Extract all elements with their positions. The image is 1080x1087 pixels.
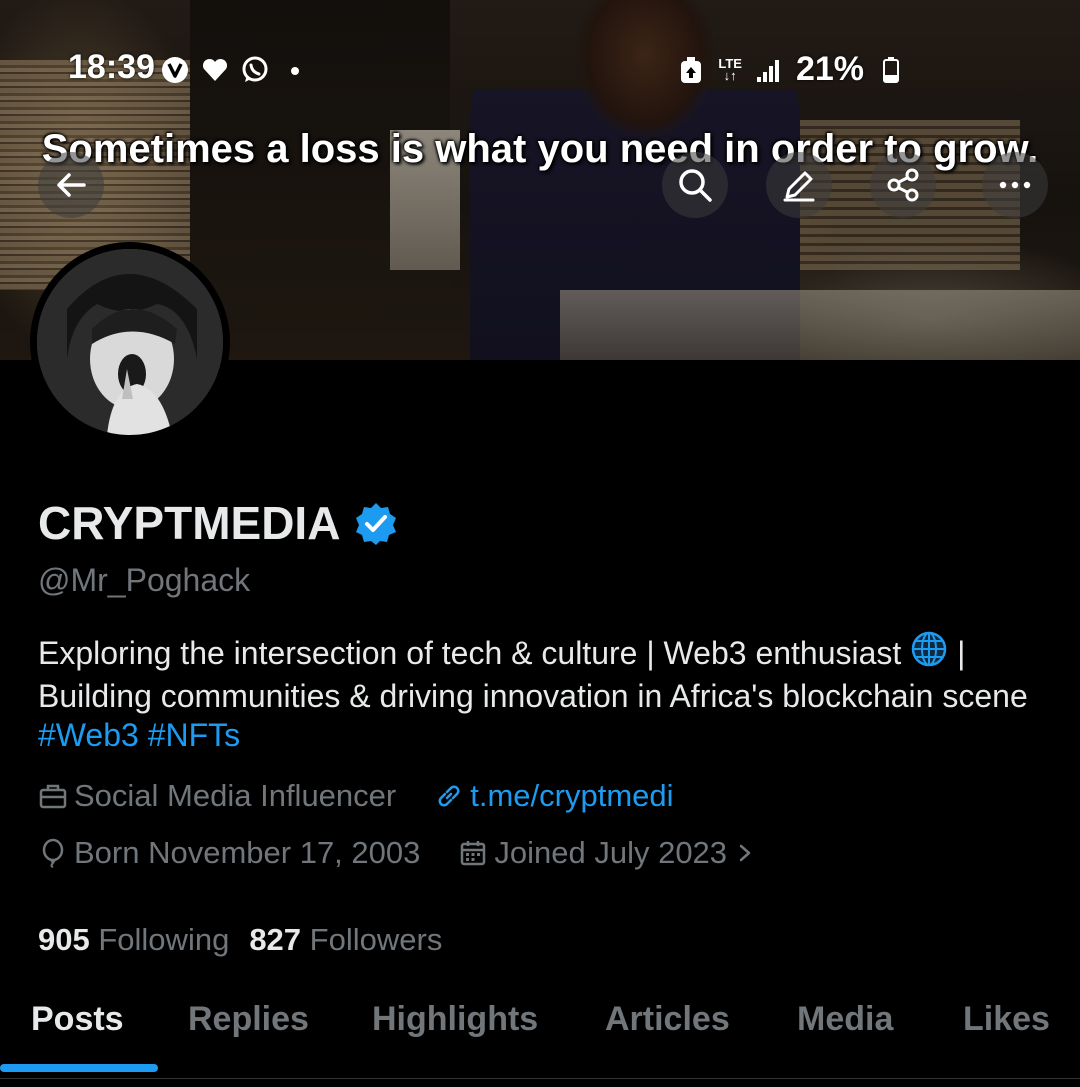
tabs-divider — [0, 1078, 1080, 1079]
more-icon — [999, 181, 1031, 189]
birthday-item: Born November 17, 2003 — [38, 835, 420, 871]
joined-text: Joined July 2023 — [494, 835, 728, 870]
display-name: CRYPTMEDIA — [38, 496, 398, 550]
verizon-icon — [160, 55, 190, 85]
status-time: 18:39 — [68, 48, 155, 86]
followers-link[interactable]: 827 Followers — [249, 922, 442, 958]
display-name-text: CRYPTMEDIA — [38, 497, 341, 549]
share-icon — [887, 168, 919, 202]
calendar-icon — [461, 841, 486, 866]
tab-media[interactable]: Media — [797, 1000, 893, 1039]
battery-icon — [876, 55, 906, 85]
birthday-text: Born November 17, 2003 — [74, 835, 421, 870]
following-label: Following — [98, 922, 230, 957]
following-link[interactable]: 905 Following — [38, 922, 229, 958]
profile-tabs: Posts Replies Highlights Articles Media … — [0, 994, 1080, 1074]
avatar[interactable] — [30, 242, 230, 442]
verified-badge-icon — [356, 503, 397, 545]
status-bar: 18:39 LTE ↓↑ 21% — [0, 44, 1080, 94]
website-link-text[interactable]: t.me/cryptmedi — [470, 778, 673, 814]
share-button[interactable] — [870, 152, 936, 218]
tab-likes[interactable]: Likes — [963, 1000, 1050, 1039]
search-icon — [679, 169, 712, 202]
battery-saver-icon — [676, 55, 706, 85]
edit-icon — [783, 171, 815, 202]
user-handle: @Mr_Poghack — [38, 562, 251, 598]
heart-icon — [200, 55, 230, 85]
more-button[interactable] — [982, 152, 1048, 218]
hashtag-link[interactable]: #Web3 — [38, 717, 139, 753]
chevron-right-icon — [739, 844, 751, 862]
network-type: LTE ↓↑ — [718, 55, 742, 83]
tab-posts[interactable]: Posts — [31, 1000, 124, 1039]
tab-replies[interactable]: Replies — [188, 1000, 309, 1039]
link-icon — [438, 785, 460, 807]
back-button[interactable] — [38, 152, 104, 218]
dot-icon — [280, 55, 310, 85]
profile-meta-row-2: Born November 17, 2003 Joined July 2023 — [38, 835, 795, 871]
battery-percent: 21% — [795, 50, 864, 88]
followers-label: Followers — [309, 922, 443, 957]
bio: Exploring the intersection of tech & cul… — [38, 630, 1048, 755]
profile-meta-row-1: Social Media Influencer t.me/cryptmedi — [38, 778, 712, 814]
briefcase-icon — [39, 784, 67, 809]
bio-text: Exploring the intersection of tech & cul… — [38, 635, 902, 671]
category-text: Social Media Influencer — [74, 778, 397, 813]
follow-counts: 905 Following 827 Followers — [38, 922, 442, 958]
tab-articles[interactable]: Articles — [605, 1000, 730, 1039]
signal-icon — [754, 55, 784, 85]
followers-count: 827 — [249, 922, 302, 957]
back-icon — [57, 173, 86, 197]
hashtag-link[interactable]: #NFTs — [148, 717, 240, 753]
joined-item[interactable]: Joined July 2023 — [458, 835, 757, 871]
active-tab-indicator — [0, 1064, 158, 1072]
category-item: Social Media Influencer — [38, 778, 396, 814]
edit-button[interactable] — [766, 152, 832, 218]
following-count: 905 — [38, 922, 90, 957]
search-button[interactable] — [662, 152, 728, 218]
avatar-image — [37, 249, 223, 435]
tab-highlights[interactable]: Highlights — [372, 1000, 538, 1039]
whatsapp-icon — [240, 55, 270, 85]
website-link[interactable]: t.me/cryptmedi — [434, 778, 674, 814]
balloon-icon — [42, 838, 64, 868]
globe-icon — [910, 630, 948, 677]
